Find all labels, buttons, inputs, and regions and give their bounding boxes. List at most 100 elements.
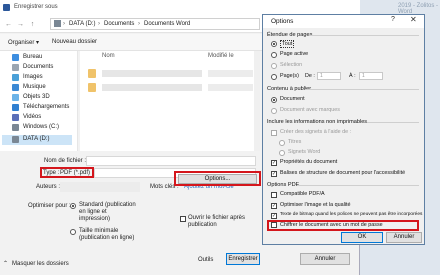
publish-document-radio[interactable] [271, 97, 277, 103]
column-header-modified[interactable]: Modifié le [208, 53, 234, 59]
divider [305, 89, 419, 90]
breadcrumb-separator: › [63, 21, 65, 27]
videos-icon [12, 114, 19, 121]
back-icon[interactable]: ← [3, 19, 14, 30]
divider [297, 185, 419, 186]
properties-label: Propriétés du document [280, 159, 338, 165]
encrypt-label: Chiffrer le document avec un mot de pass… [280, 222, 383, 228]
ok-button[interactable]: OK [341, 232, 383, 243]
options-title: Options [271, 18, 294, 25]
downloads-icon [12, 104, 19, 111]
file-list: Nom Modifié le [80, 51, 260, 151]
range-from-label: De : [305, 73, 315, 79]
blurred-file-name [102, 84, 202, 91]
drive-icon [12, 136, 19, 143]
options-cancel-button[interactable]: Annuler [386, 232, 422, 243]
publish-markup-radio[interactable] [271, 108, 277, 114]
blurred-file-date [208, 84, 253, 91]
bookmarks-titles-label: Titres [288, 139, 302, 145]
options-dialog: Options ? ✕ Étendue de pages Tout Page a… [262, 14, 425, 245]
organize-button[interactable]: Organiser ▾ [8, 39, 39, 46]
cancel-button[interactable]: Annuler [300, 253, 350, 265]
filename-input[interactable] [86, 156, 256, 166]
images-icon [12, 74, 19, 81]
music-icon [12, 84, 19, 91]
authors-label: Auteurs : [36, 184, 61, 190]
desktop-icon [12, 54, 19, 61]
open-after-checkbox[interactable] [180, 216, 186, 222]
breadcrumb-separator: › [138, 21, 140, 27]
range-all-label: Tout [280, 40, 295, 48]
drive-icon [12, 124, 19, 131]
optimize-label: Optimiser pour : [28, 203, 71, 209]
properties-checkbox[interactable]: ✓ [271, 160, 277, 166]
close-icon[interactable]: ✕ [410, 15, 417, 24]
column-header-name[interactable]: Nom [102, 53, 115, 59]
range-all-radio[interactable] [271, 41, 277, 47]
range-to-label: À : [349, 73, 356, 79]
tree-item-data-d[interactable]: DATA (D:) [2, 135, 72, 145]
structure-tags-label: Balises de structure de document pour l'… [280, 170, 406, 176]
divider [367, 122, 419, 123]
pdfa-checkbox[interactable] [271, 192, 277, 198]
objects3d-icon [12, 94, 19, 101]
folder-icon [88, 83, 96, 92]
bitmap-text-checkbox[interactable]: ✓ [271, 213, 277, 219]
options-button[interactable]: Options... [178, 174, 257, 184]
range-selection-label: Sélection [280, 62, 303, 68]
save-button[interactable]: Enregistrer [226, 253, 260, 265]
encrypt-checkbox[interactable] [271, 222, 277, 228]
tools-menu[interactable]: Outils [198, 257, 213, 263]
folder-icon [88, 69, 96, 78]
pdfa-label: Compatible PDF/A [280, 191, 325, 197]
range-current-label: Page active [280, 51, 309, 57]
bookmarks-titles-radio[interactable] [279, 140, 285, 146]
chevron-up-icon[interactable]: ⌃ [3, 260, 8, 267]
documents-icon [12, 64, 19, 71]
create-bookmarks-checkbox[interactable] [271, 130, 277, 136]
create-bookmarks-label: Créer des signets à l'aide de : [280, 129, 352, 135]
publish-markup-label: Document avec marques [280, 107, 340, 113]
save-dialog-title: Enregistrer sous [14, 4, 58, 10]
breadcrumb-item[interactable]: DATA (D:) [69, 21, 95, 27]
up-icon[interactable]: ↑ [27, 19, 38, 30]
nonprint-heading: Inclure les informations non imprimables [267, 119, 368, 125]
open-after-label: Ouvrir le fichier après publication [188, 215, 246, 228]
bitmap-text-label: Texte de bitmap quand les polices ne peu… [280, 212, 423, 217]
standard-option-label: Standard (publication en ligne et impres… [79, 202, 136, 222]
save-form: Nom de fichier : Type : PDF (*.pdf) Aute… [0, 151, 261, 275]
drive-icon [54, 20, 61, 27]
breadcrumb-separator: › [98, 21, 100, 27]
options-titlebar: Options ? ✕ [263, 15, 424, 28]
blurred-file-name [102, 70, 202, 77]
navigation-tree: Bureau Documents Images Musique Objets 3… [0, 51, 78, 151]
hide-folders-button[interactable]: Masquer les dossiers [12, 261, 69, 267]
breadcrumb-item[interactable]: Documents [104, 21, 134, 27]
divider [309, 35, 419, 36]
type-label: Type : [43, 170, 60, 176]
type-select[interactable]: PDF (*.pdf) [60, 170, 90, 176]
range-from-input[interactable]: 1 [317, 72, 341, 80]
help-icon[interactable]: ? [391, 16, 395, 23]
optimize-quality-checkbox[interactable]: ✓ [271, 203, 277, 209]
file-list-scrollbar[interactable] [254, 51, 260, 151]
range-selection-radio[interactable] [271, 63, 277, 69]
new-folder-button[interactable]: Nouveau dossier [52, 39, 97, 45]
optimize-quality-label: Optimiser l'image et la qualité [280, 202, 351, 208]
range-pages-label: Page(s) [280, 73, 299, 79]
range-to-input[interactable]: 1 [359, 72, 383, 80]
address-bar[interactable]: › DATA (D:) › Documents › Documents Word [50, 18, 260, 30]
range-pages-radio[interactable] [271, 74, 277, 80]
minimal-option-label: Taille minimale (publication en ligne) [79, 228, 135, 241]
standard-radio[interactable] [70, 203, 76, 209]
filename-label: Nom de fichier : [44, 158, 87, 164]
range-current-radio[interactable] [271, 52, 277, 58]
authors-input[interactable] [60, 182, 140, 192]
forward-icon[interactable]: → [15, 19, 26, 30]
structure-tags-checkbox[interactable]: ✓ [271, 171, 277, 177]
publish-document-label: Document [280, 96, 305, 102]
breadcrumb-item[interactable]: Documents Word [144, 21, 190, 27]
bookmarks-word-radio[interactable] [279, 150, 285, 156]
minimal-radio[interactable] [70, 229, 76, 235]
bookmarks-word-label: Signets Word [288, 149, 321, 155]
